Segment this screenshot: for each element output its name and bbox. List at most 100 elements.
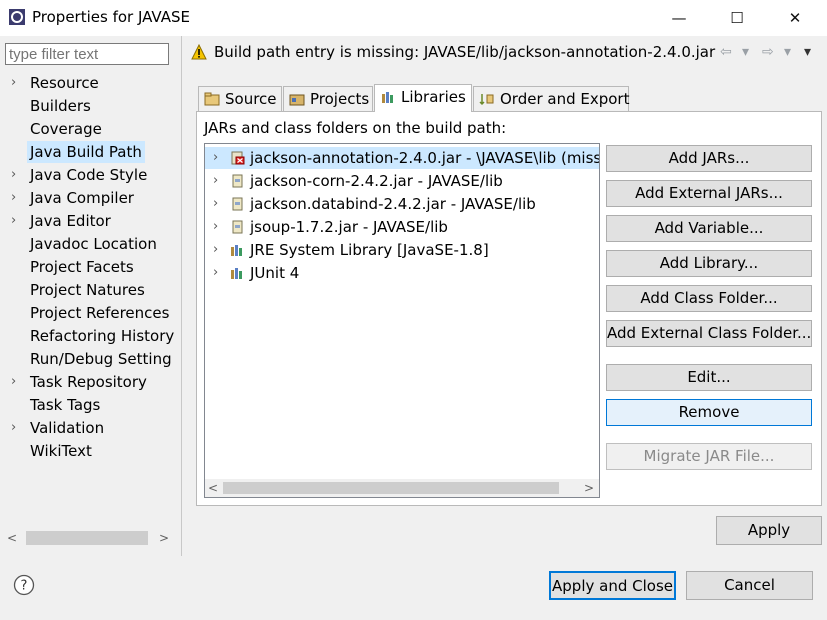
sidebar-item-label: Resource — [30, 74, 99, 92]
warning-icon — [191, 44, 207, 60]
tab-label: Order and Export — [500, 90, 630, 108]
jar-icon — [232, 174, 243, 188]
chevron-right-icon[interactable]: › — [11, 187, 25, 209]
add-variable-button[interactable]: Add Variable... — [606, 215, 812, 242]
chevron-right-icon[interactable]: › — [11, 417, 25, 439]
close-button[interactable]: ✕ — [772, 0, 818, 36]
list-item[interactable]: › JRE System Library [JavaSE-1.8] — [205, 239, 599, 261]
migrate-jar-button[interactable]: Migrate JAR File... — [606, 443, 812, 470]
add-class-folder-button[interactable]: Add Class Folder... — [606, 285, 812, 312]
build-path-list[interactable]: › jackson-annotation-2.4.0.jar - \JAVASE… — [204, 143, 600, 498]
list-item[interactable]: › JUnit 4 — [205, 262, 599, 284]
sidebar-item[interactable]: WikiText — [0, 440, 176, 462]
chevron-right-icon[interactable]: › — [213, 147, 218, 169]
sidebar-item-label: Project Natures — [30, 281, 145, 299]
list-item[interactable]: › jsoup-1.7.2.jar - JAVASE/lib — [205, 216, 599, 238]
view-menu-icon[interactable]: ▾ — [804, 44, 811, 60]
back-dropdown-icon[interactable]: ▾ — [742, 44, 749, 60]
apply-button[interactable]: Apply — [716, 516, 822, 545]
sidebar-item[interactable]: Project References — [0, 302, 176, 324]
list-horizontal-scrollbar[interactable]: < > — [205, 479, 599, 497]
status-message: Build path entry is missing: JAVASE/lib/… — [214, 43, 716, 61]
tab-label: Source — [225, 90, 277, 108]
nav-horizontal-scrollbar[interactable]: < > — [4, 528, 172, 548]
entry-label: jsoup-1.7.2.jar - JAVASE/lib — [250, 218, 448, 236]
list-item[interactable]: › jackson.databind-2.4.2.jar - JAVASE/li… — [205, 193, 599, 215]
tab-order-and-export[interactable]: Order and Export — [473, 86, 630, 112]
order-export-icon — [479, 94, 494, 106]
tab-libraries[interactable]: Libraries — [374, 84, 472, 112]
sidebar-item[interactable]: Run/Debug Setting — [0, 348, 176, 370]
sidebar-item[interactable]: › Java Compiler — [0, 187, 176, 209]
sidebar-item[interactable]: Builders — [0, 95, 176, 117]
chevron-right-icon[interactable]: › — [213, 216, 218, 238]
apply-and-close-button[interactable]: Apply and Close — [549, 571, 676, 600]
edit-button[interactable]: Edit... — [606, 364, 812, 391]
chevron-right-icon[interactable]: › — [213, 239, 218, 261]
filter-input[interactable] — [5, 43, 169, 65]
sidebar-item[interactable]: Javadoc Location — [0, 233, 176, 255]
cancel-button[interactable]: Cancel — [686, 571, 813, 600]
remove-button[interactable]: Remove — [606, 399, 812, 426]
chevron-right-icon[interactable]: › — [11, 371, 25, 393]
maximize-button[interactable]: ☐ — [714, 0, 760, 36]
sidebar-item[interactable]: › Resource — [0, 72, 176, 94]
chevron-right-icon[interactable]: › — [11, 164, 25, 186]
source-folder-icon — [204, 92, 220, 106]
chevron-right-icon[interactable]: › — [11, 210, 25, 232]
scrollbar-thumb[interactable] — [223, 482, 559, 494]
sidebar-item-label: Coverage — [30, 120, 102, 138]
sidebar-item-label: WikiText — [30, 442, 92, 460]
scroll-right-arrow-icon[interactable]: > — [156, 528, 172, 548]
back-arrow-icon[interactable]: ⇦ — [720, 44, 732, 60]
list-item[interactable]: › jackson-corn-2.4.2.jar - JAVASE/lib — [205, 170, 599, 192]
sidebar-item[interactable]: Java Build Path — [0, 141, 176, 163]
sidebar-item-label: Project Facets — [30, 258, 134, 276]
pane-divider[interactable] — [181, 36, 182, 556]
forward-arrow-icon[interactable]: ⇨ — [762, 44, 774, 60]
sidebar-item-label: Java Editor — [30, 212, 111, 230]
sidebar-item[interactable]: › Java Code Style — [0, 164, 176, 186]
sidebar-item[interactable]: Task Tags — [0, 394, 176, 416]
add-external-jars-button[interactable]: Add External JARs... — [606, 180, 812, 207]
sidebar-item[interactable]: Project Facets — [0, 256, 176, 278]
minimize-button[interactable]: — — [656, 0, 702, 36]
sidebar-item-label: Java Build Path — [27, 141, 145, 163]
chevron-right-icon[interactable]: › — [213, 170, 218, 192]
scroll-left-arrow-icon[interactable]: < — [205, 479, 221, 497]
sidebar-item-label: Java Code Style — [30, 166, 148, 184]
tab-source[interactable]: Source — [198, 86, 282, 112]
chevron-right-icon[interactable]: › — [11, 72, 25, 94]
forward-dropdown-icon[interactable]: ▾ — [784, 44, 791, 60]
tab-projects[interactable]: Projects — [283, 86, 373, 112]
sidebar-item[interactable]: › Validation — [0, 417, 176, 439]
sidebar-item-label: Run/Debug Setting — [30, 350, 172, 368]
scrollbar-thumb[interactable] — [26, 531, 148, 545]
sidebar-item[interactable]: Refactoring History — [0, 325, 176, 347]
sidebar-item-label: Refactoring History — [30, 327, 175, 345]
add-library-button[interactable]: Add Library... — [606, 250, 812, 277]
tab-label: Libraries — [401, 88, 466, 106]
sidebar-item[interactable]: › Task Repository — [0, 371, 176, 393]
missing-jar-icon — [231, 151, 245, 165]
entry-label: jackson.databind-2.4.2.jar - JAVASE/lib — [250, 195, 536, 213]
eclipse-app-icon — [9, 9, 25, 25]
entry-label: JRE System Library [JavaSE-1.8] — [250, 241, 489, 259]
scroll-left-arrow-icon[interactable]: < — [4, 528, 20, 548]
add-jars-button[interactable]: Add JARs... — [606, 145, 812, 172]
chevron-right-icon[interactable]: › — [213, 193, 218, 215]
window-title: Properties for JAVASE — [32, 8, 190, 26]
scroll-right-arrow-icon[interactable]: > — [581, 479, 597, 497]
list-item[interactable]: › jackson-annotation-2.4.0.jar - \JAVASE… — [205, 147, 599, 169]
sidebar-item[interactable]: Coverage — [0, 118, 176, 140]
help-icon[interactable]: ? — [13, 574, 35, 596]
chevron-right-icon[interactable]: › — [213, 262, 218, 284]
libraries-icon — [382, 92, 393, 103]
sidebar-item-label: Project References — [30, 304, 170, 322]
add-external-class-folder-button[interactable]: Add External Class Folder... — [606, 320, 812, 347]
library-icon — [231, 245, 242, 256]
entry-label: jackson-annotation-2.4.0.jar - \JAVASE\l… — [250, 149, 600, 167]
sidebar-item[interactable]: Project Natures — [0, 279, 176, 301]
sidebar-item[interactable]: › Java Editor — [0, 210, 176, 232]
svg-text:?: ? — [21, 579, 28, 594]
